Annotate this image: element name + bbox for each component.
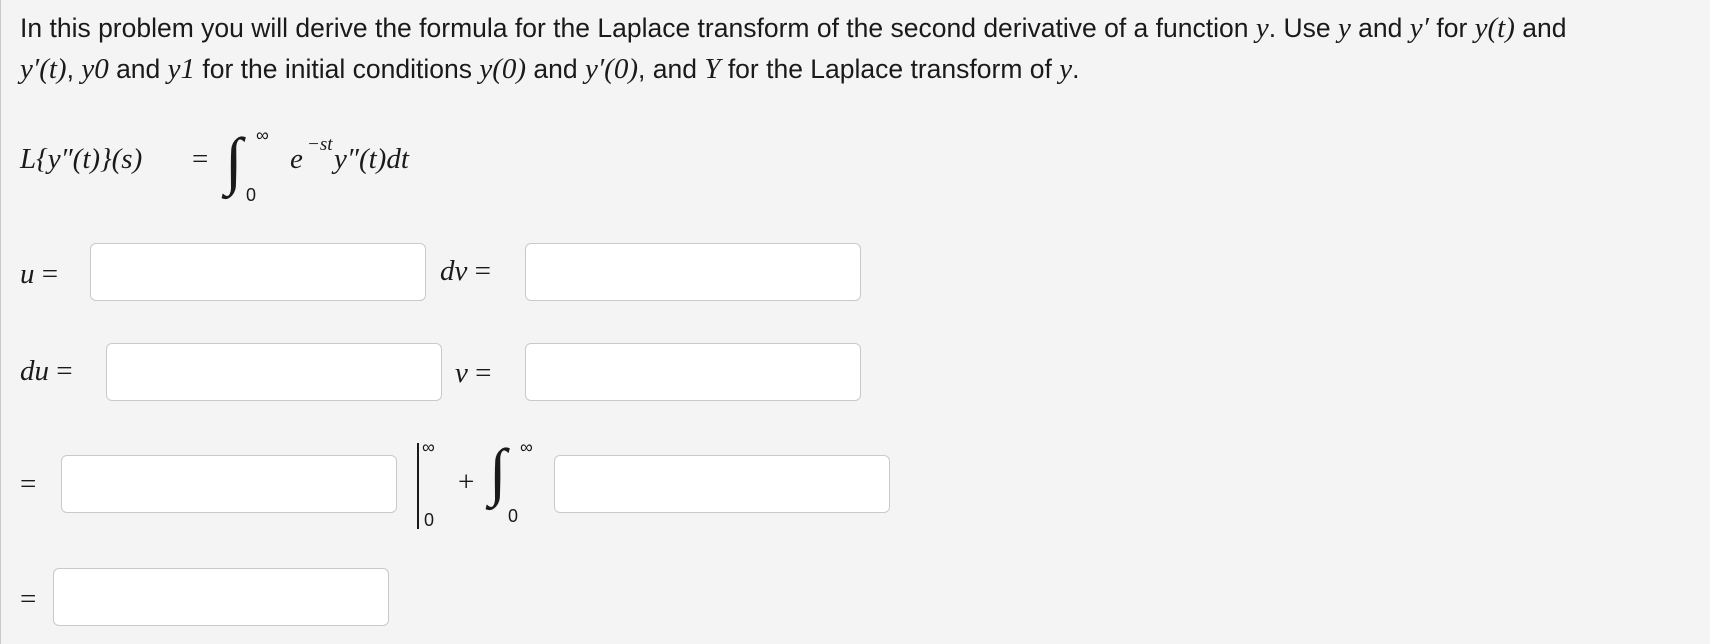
label-dv: dv = xyxy=(440,255,491,288)
problem-text: , and xyxy=(638,54,705,84)
problem-text: . Use xyxy=(1268,13,1338,43)
label-du-var: du xyxy=(20,355,49,387)
math-y-prime: y′ xyxy=(1409,12,1429,44)
integral-upper-limit: ∞ xyxy=(520,437,533,457)
final-result-input[interactable] xyxy=(53,568,389,626)
label-u: u = xyxy=(20,258,58,291)
plus-sign: + xyxy=(458,466,475,498)
integral-upper-limit: ∞ xyxy=(256,125,269,145)
laplace-definition: L{y″(t)}(s) = ∫ ∞ 0 e −st y″(t)dt xyxy=(20,125,580,205)
uv-term-input[interactable] xyxy=(61,455,397,513)
u-input[interactable] xyxy=(90,243,426,301)
problem-text: and xyxy=(1514,13,1567,43)
integral-lower-limit: 0 xyxy=(508,506,519,526)
problem-line-2: y′(t), y0 and y1 for the initial conditi… xyxy=(20,49,1700,90)
exp-exponent: −st xyxy=(307,134,333,155)
math-y0: y0 xyxy=(81,53,109,85)
integrand: y″(t)dt xyxy=(334,143,409,175)
exp-base: e xyxy=(290,143,303,175)
laplace-lhs: L{y″(t)}(s) xyxy=(20,143,143,175)
math-y: y xyxy=(1059,53,1073,85)
problem-text: and xyxy=(526,54,585,84)
label-v-var: v xyxy=(455,357,468,389)
math-Y: Y xyxy=(704,53,721,85)
left-border xyxy=(0,0,1,644)
vdu-integral-input[interactable] xyxy=(554,455,890,513)
problem-statement: In this problem you will derive the form… xyxy=(20,8,1700,90)
equals-sign: = xyxy=(20,583,37,615)
equals-sign: = xyxy=(475,357,492,389)
label-v: v = xyxy=(455,357,491,390)
evaluation-upper-limit: ∞ xyxy=(422,437,435,457)
math-y-prime-of-t: y′(t) xyxy=(20,53,67,85)
math-y: y xyxy=(1337,12,1351,44)
label-du: du = xyxy=(20,355,73,388)
problem-text: for the Laplace transform of xyxy=(720,54,1060,84)
evaluation-bar xyxy=(417,443,419,529)
problem-text: . xyxy=(1072,54,1080,84)
dv-input[interactable] xyxy=(525,243,861,301)
problem-text: , xyxy=(66,54,82,84)
equals-sign: = xyxy=(20,468,37,500)
problem-line-1: In this problem you will derive the form… xyxy=(20,8,1700,49)
problem-text: In this problem you will derive the form… xyxy=(20,13,1256,43)
problem-text: for xyxy=(1428,13,1475,43)
problem-text: and xyxy=(108,54,168,84)
equals-sign: = xyxy=(474,255,491,287)
equals-sign: = xyxy=(56,355,73,387)
integral-sign: ∫ xyxy=(489,436,507,507)
math-y: y xyxy=(1255,12,1269,44)
math-y-of-t: y(t) xyxy=(1474,12,1515,44)
math-y-prime-of-0: y′(0) xyxy=(584,53,638,85)
math-y1: y1 xyxy=(167,53,196,85)
v-input[interactable] xyxy=(525,343,861,401)
math-y-of-0: y(0) xyxy=(479,53,527,85)
equals-sign: = xyxy=(192,143,209,175)
equals-sign: = xyxy=(41,258,59,290)
problem-text: and xyxy=(1350,13,1410,43)
problem-text: for the initial conditions xyxy=(195,54,480,84)
du-input[interactable] xyxy=(106,343,442,401)
integral-lower-limit: 0 xyxy=(246,185,257,205)
evaluation-lower-limit: 0 xyxy=(424,510,435,530)
label-dv-var: dv xyxy=(440,255,468,287)
label-u-var: u xyxy=(20,258,35,290)
integral-sign: ∫ xyxy=(225,125,243,196)
